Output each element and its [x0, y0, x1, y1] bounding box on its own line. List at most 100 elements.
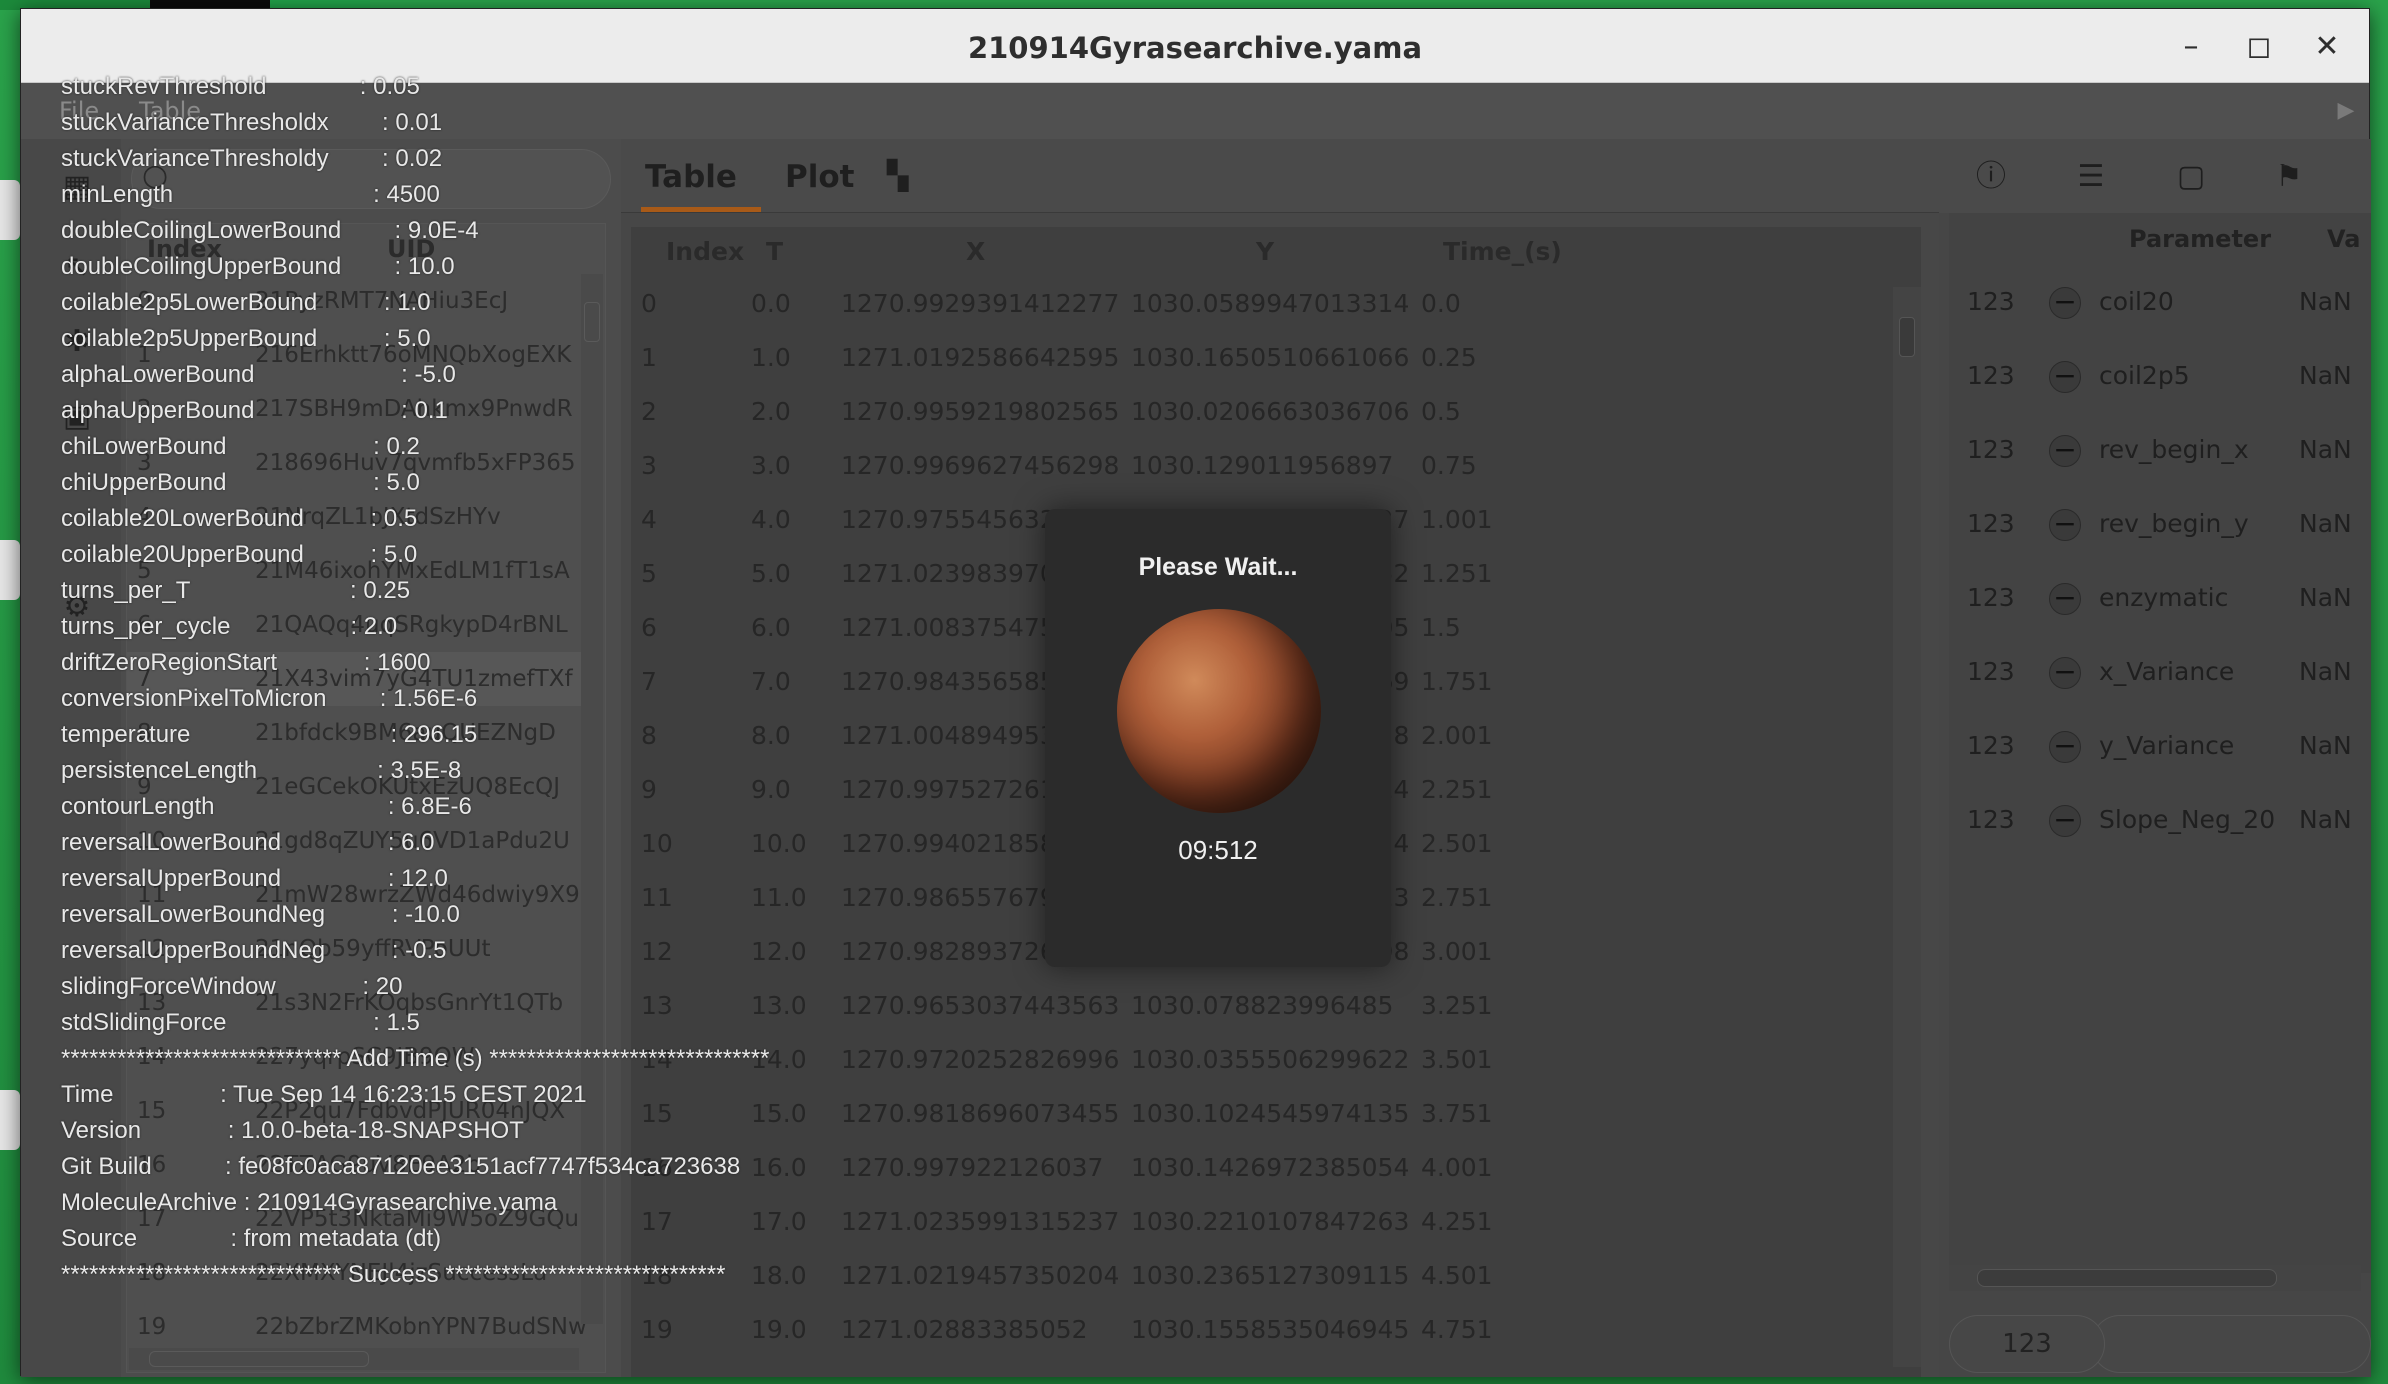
tab-plot[interactable]: Plot: [785, 159, 854, 195]
list-icon[interactable]: ☰: [2071, 157, 2111, 197]
cell-y: 1030.1426972385054: [1131, 1153, 1410, 1182]
cell-x: 1271.02883385052: [841, 1315, 1088, 1344]
cell-index: 0: [641, 289, 657, 318]
application-window: 210914Gyrasearchive.yama – ◻ ✕ File Tabl…: [20, 8, 2371, 1377]
cell-t: 15.0: [751, 1099, 807, 1128]
cell-time: 0.5: [1421, 397, 1461, 426]
table-row[interactable]: 16 16.0 1270.997922126037 1030.142697238505…: [631, 1141, 1871, 1195]
dashboard-tab-icon[interactable]: ▚: [887, 159, 909, 192]
parameter-value: NaN: [2299, 361, 2352, 390]
cell-y: 1030.078823996485: [1131, 991, 1394, 1020]
column-header-time[interactable]: Time_(s): [1443, 227, 1562, 277]
parameter-input-row: 123: [1949, 1315, 2371, 1375]
remove-parameter-icon[interactable]: −: [2049, 583, 2081, 615]
cell-index: 2: [641, 397, 657, 426]
cell-y: 1030.0589947013314: [1131, 289, 1410, 318]
cell-time: 0.75: [1421, 451, 1477, 480]
remove-parameter-icon[interactable]: −: [2049, 361, 2081, 393]
table-row[interactable]: 14 14.0 1270.9720252826996 1030.03555062996…: [631, 1033, 1871, 1087]
table-row[interactable]: 18 18.0 1271.0219457350204 1030.23651273091…: [631, 1249, 1871, 1303]
cell-t: 5.0: [751, 559, 791, 588]
log-line: reversalUpperBoundNeg : -0.5: [61, 937, 447, 964]
dialog-title: Please Wait...: [1138, 553, 1298, 581]
remove-parameter-icon[interactable]: −: [2049, 509, 2081, 541]
title-bar[interactable]: 210914Gyrasearchive.yama – ◻ ✕: [21, 9, 2369, 83]
table-row[interactable]: 15 15.0 1270.9818696073455 1030.10245459741…: [631, 1087, 1871, 1141]
parameter-type: 123: [1967, 435, 2015, 464]
parameter-row[interactable]: 123 − enzymatic NaN: [1949, 561, 2371, 635]
column-header-x[interactable]: X: [966, 227, 985, 277]
desktop-file-icon[interactable]: [0, 540, 20, 600]
remove-parameter-icon[interactable]: −: [2049, 805, 2081, 837]
remove-parameter-icon[interactable]: −: [2049, 287, 2081, 319]
column-header-y[interactable]: Y: [1256, 227, 1274, 277]
table-row[interactable]: 17 17.0 1271.0235991315237 1030.22101078472…: [631, 1195, 1871, 1249]
minimize-button[interactable]: –: [2171, 27, 2211, 67]
parameters-panel: ⓘ ☰ ▢ ⚑ Parameter Va 123− coil20 NaN 123− co…: [1939, 139, 2371, 1377]
cell-index: 1: [641, 343, 657, 372]
horizontal-scrollbar[interactable]: [129, 1348, 579, 1370]
cell-time: 0.0: [1421, 289, 1461, 318]
cell-time: 3.001: [1421, 937, 1493, 966]
table-row[interactable]: 2 2.0 1270.9959219802565 1030.0206663036706…: [631, 385, 1871, 439]
vertical-scrollbar[interactable]: [1893, 287, 1921, 1367]
column-header-parameter[interactable]: Parameter: [2129, 213, 2271, 265]
cell-time: 2.501: [1421, 829, 1493, 858]
desktop-file-icon[interactable]: [0, 1090, 20, 1150]
remove-parameter-icon[interactable]: −: [2049, 657, 2081, 689]
log-line: stuckRevThreshold : 0.05: [61, 73, 420, 100]
tab-table[interactable]: Table: [645, 159, 737, 195]
log-line: MoleculeArchive : 210914Gyrasearchive.ya…: [61, 1189, 558, 1216]
signpost-icon[interactable]: ⚑: [2269, 157, 2309, 197]
parameter-name-input[interactable]: [2091, 1315, 2371, 1373]
table-row[interactable]: 1 1.0 1271.0192586642595 1030.1650510661066…: [631, 331, 1871, 385]
parameter-type: 123: [1967, 583, 2015, 612]
parameter-row[interactable]: 123 − Slope_Neg_20 NaN: [1949, 783, 2371, 857]
parameter-row[interactable]: 123 − coil2p5 NaN: [1949, 339, 2371, 413]
column-header-index[interactable]: Index: [666, 227, 744, 277]
parameter-table[interactable]: Parameter Va 123− coil20 NaN 123− coil2p5 NaN…: [1949, 213, 2371, 1273]
cell-y: 1030.2210107847263: [1131, 1207, 1410, 1236]
parameter-value: NaN: [2299, 435, 2352, 464]
cell-t: 1.0: [751, 343, 791, 372]
cell-index: 5: [641, 559, 657, 588]
table-row[interactable]: 19 22bZbrZMKobnYPN7BudSNw: [127, 1300, 587, 1354]
log-line: coilable2p5UpperBound : 5.0: [61, 325, 431, 352]
parameter-value: NaN: [2299, 583, 2352, 612]
info-icon[interactable]: ⓘ: [1971, 157, 2011, 197]
cell-time: 1.5: [1421, 613, 1461, 642]
log-line: conversionPixelToMicron : 1.56E-6: [61, 685, 478, 712]
table-row[interactable]: 0 0.0 1270.9929391412277 1030.0589947013314…: [631, 277, 1871, 331]
parameter-row[interactable]: 123 − coil20 NaN: [1949, 265, 2371, 339]
maximize-button[interactable]: ◻: [2239, 27, 2279, 67]
chevron-right-icon[interactable]: ▶: [2323, 83, 2369, 139]
parameter-row[interactable]: 123 − y_Variance NaN: [1949, 709, 2371, 783]
parameter-type: 123: [1967, 287, 2015, 316]
right-toolbar: ⓘ ☰ ▢ ⚑: [1939, 139, 2371, 213]
cell-index: 3: [641, 451, 657, 480]
cell-t: 2.0: [751, 397, 791, 426]
parameter-row[interactable]: 123 − x_Variance NaN: [1949, 635, 2371, 709]
column-header-t[interactable]: T: [766, 227, 783, 277]
table-row[interactable]: 19 19.0 1271.02883385052 1030.1558535046945…: [631, 1303, 1871, 1357]
cell-index: 12: [641, 937, 673, 966]
horizontal-scrollbar[interactable]: [1949, 1265, 2361, 1291]
square-icon[interactable]: ▢: [2171, 157, 2211, 197]
remove-parameter-icon[interactable]: −: [2049, 435, 2081, 467]
log-line: reversalUpperBound : 12.0: [61, 865, 448, 892]
column-header-value[interactable]: Va: [2327, 213, 2360, 265]
parameter-value: NaN: [2299, 731, 2352, 760]
elapsed-time: 09:512: [1178, 835, 1258, 865]
parameter-row[interactable]: 123 − rev_begin_y NaN: [1949, 487, 2371, 561]
remove-parameter-icon[interactable]: −: [2049, 731, 2081, 763]
close-button[interactable]: ✕: [2307, 27, 2347, 67]
table-row[interactable]: 3 3.0 1270.9969627456298 1030.129011956897 0…: [631, 439, 1871, 493]
cell-x: 1271.0235991315237: [841, 1207, 1120, 1236]
parameter-type-button[interactable]: 123: [1949, 1315, 2105, 1373]
table-row[interactable]: 13 13.0 1270.9653037443563 1030.07882399648…: [631, 979, 1871, 1033]
cell-index: 13: [641, 991, 673, 1020]
cell-x: 1270.9720252826996: [841, 1045, 1120, 1074]
desktop-file-icon[interactable]: [0, 180, 20, 240]
cell-time: 2.001: [1421, 721, 1493, 750]
parameter-row[interactable]: 123 − rev_begin_x NaN: [1949, 413, 2371, 487]
